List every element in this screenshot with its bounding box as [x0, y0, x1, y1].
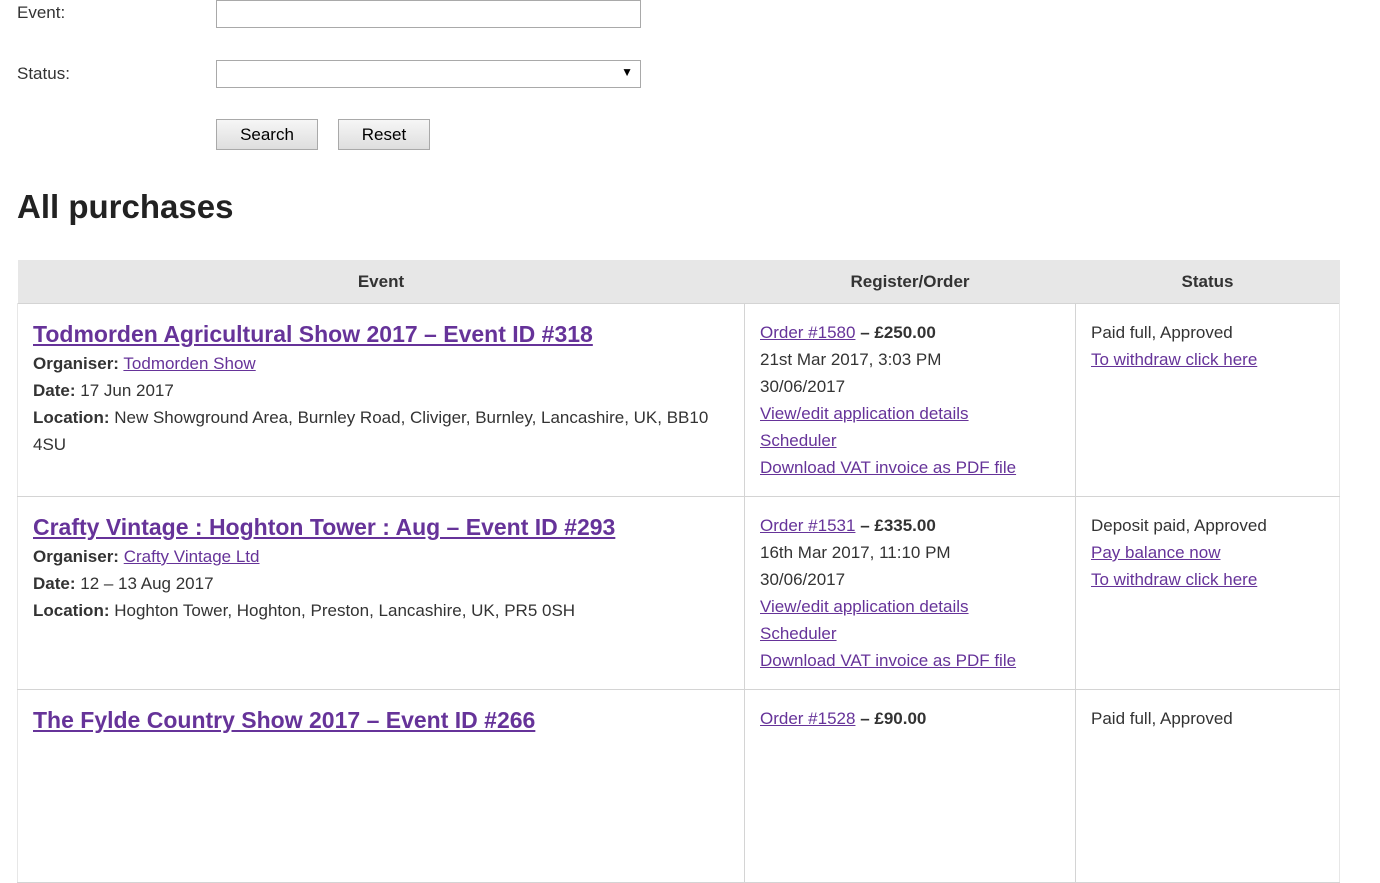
date-label: Date: — [33, 381, 76, 400]
event-filter-input[interactable] — [216, 0, 641, 28]
order-amount: – £250.00 — [860, 323, 936, 342]
column-header-status: Status — [1075, 260, 1340, 304]
organiser-link[interactable]: Crafty Vintage Ltd — [124, 547, 260, 566]
column-header-register-order: Register/Order — [744, 260, 1076, 304]
scheduler-link[interactable]: Scheduler — [760, 427, 1061, 454]
order-cell: Order #1580 – £250.00 21st Mar 2017, 3:0… — [744, 303, 1076, 497]
order-cell: Order #1528 – £90.00 — [744, 689, 1076, 883]
column-header-event: Event — [17, 260, 745, 304]
location-line: Location: New Showground Area, Burnley R… — [33, 404, 730, 458]
event-title-link[interactable]: The Fylde Country Show 2017 – Event ID #… — [33, 705, 730, 735]
status-text: Deposit paid, Approved — [1091, 516, 1267, 535]
order-cell: Order #1531 – £335.00 16th Mar 2017, 11:… — [744, 496, 1076, 690]
date-line: Date: 12 – 13 Aug 2017 — [33, 570, 730, 597]
organiser-line: Organiser: Todmorden Show — [33, 350, 730, 377]
search-button[interactable]: Search — [216, 119, 318, 150]
status-cell: Paid full, Approved — [1075, 689, 1340, 883]
table-row: Todmorden Agricultural Show 2017 – Event… — [17, 303, 1340, 497]
organiser-line: Organiser: Crafty Vintage Ltd — [33, 543, 730, 570]
table-row: The Fylde Country Show 2017 – Event ID #… — [17, 689, 1340, 883]
organiser-label: Organiser: — [33, 547, 119, 566]
event-date: 17 Jun 2017 — [80, 381, 174, 400]
event-title-link[interactable]: Crafty Vintage : Hoghton Tower : Aug – E… — [33, 512, 730, 542]
scheduler-link[interactable]: Scheduler — [760, 620, 1061, 647]
page-title: All purchases — [17, 188, 234, 225]
event-location: New Showground Area, Burnley Road, Clivi… — [33, 408, 709, 454]
download-vat-invoice-link[interactable]: Download VAT invoice as PDF file — [760, 454, 1061, 481]
event-cell: Todmorden Agricultural Show 2017 – Event… — [17, 303, 745, 497]
view-edit-application-link[interactable]: View/edit application details — [760, 400, 1061, 427]
order-amount: – £90.00 — [860, 709, 927, 728]
event-cell: The Fylde Country Show 2017 – Event ID #… — [17, 689, 745, 883]
reset-button[interactable]: Reset — [338, 119, 430, 150]
pay-balance-link[interactable]: Pay balance now — [1091, 539, 1325, 566]
event-cell: Crafty Vintage : Hoghton Tower : Aug – E… — [17, 496, 745, 690]
order-date: 30/06/2017 — [760, 377, 846, 396]
order-link[interactable]: Order #1580 — [760, 323, 855, 342]
order-amount: – £335.00 — [860, 516, 936, 535]
status-text: Paid full, Approved — [1091, 709, 1233, 728]
event-date: 12 – 13 Aug 2017 — [80, 574, 214, 593]
location-label: Location: — [33, 408, 110, 427]
download-vat-invoice-link[interactable]: Download VAT invoice as PDF file — [760, 647, 1061, 674]
event-location: Hoghton Tower, Hoghton, Preston, Lancash… — [114, 601, 576, 620]
event-title-link[interactable]: Todmorden Agricultural Show 2017 – Event… — [33, 319, 730, 349]
order-datetime: 21st Mar 2017, 3:03 PM — [760, 350, 942, 369]
order-link[interactable]: Order #1531 — [760, 516, 855, 535]
status-filter-label: Status: — [17, 64, 70, 83]
withdraw-link[interactable]: To withdraw click here — [1091, 566, 1325, 593]
purchases-table: Event Register/Order Status Todmorden Ag… — [17, 260, 1340, 883]
table-row: Crafty Vintage : Hoghton Tower : Aug – E… — [17, 496, 1340, 690]
status-cell: Deposit paid, Approved Pay balance now T… — [1075, 496, 1340, 690]
organiser-label: Organiser: — [33, 354, 119, 373]
status-text: Paid full, Approved — [1091, 323, 1233, 342]
view-edit-application-link[interactable]: View/edit application details — [760, 593, 1061, 620]
order-link[interactable]: Order #1528 — [760, 709, 855, 728]
status-cell: Paid full, Approved To withdraw click he… — [1075, 303, 1340, 497]
order-date: 30/06/2017 — [760, 570, 846, 589]
location-line: Location: Hoghton Tower, Hoghton, Presto… — [33, 597, 730, 624]
order-datetime: 16th Mar 2017, 11:10 PM — [760, 543, 951, 562]
dropdown-arrow-icon: ▼ — [621, 65, 633, 79]
organiser-link[interactable]: Todmorden Show — [123, 354, 255, 373]
status-filter-select[interactable]: ▼ — [216, 60, 641, 88]
date-line: Date: 17 Jun 2017 — [33, 377, 730, 404]
event-filter-label: Event: — [17, 3, 66, 22]
withdraw-link[interactable]: To withdraw click here — [1091, 346, 1325, 373]
date-label: Date: — [33, 574, 76, 593]
location-label: Location: — [33, 601, 110, 620]
table-header-row: Event Register/Order Status — [17, 260, 1340, 304]
